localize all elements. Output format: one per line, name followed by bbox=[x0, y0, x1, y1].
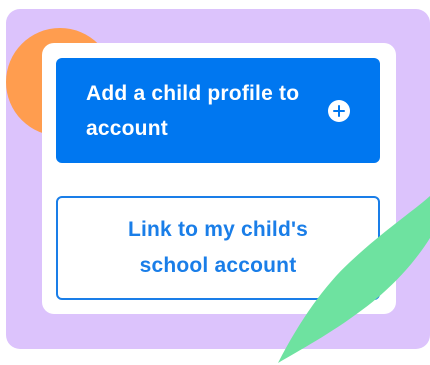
link-school-account-button[interactable]: Link to my child's school account bbox=[56, 196, 380, 300]
plus-circle-icon bbox=[328, 99, 350, 122]
link-school-account-label: Link to my child's school account bbox=[127, 218, 309, 277]
add-child-profile-button[interactable]: Add a child profile to account bbox=[56, 58, 380, 163]
illustration-stage: Add a child profile to account Link to m… bbox=[0, 0, 430, 365]
add-child-profile-label: Add a child profile to account bbox=[86, 81, 300, 140]
